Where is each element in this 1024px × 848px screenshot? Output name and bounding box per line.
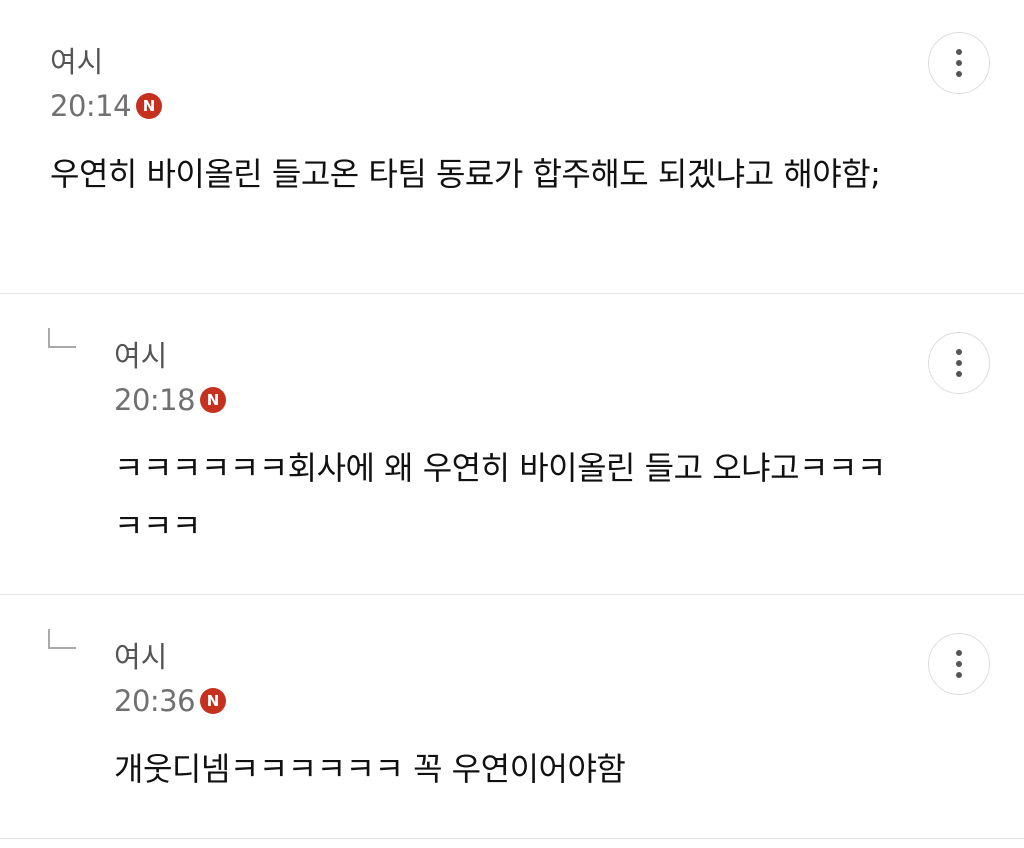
comment-body: 여시 20:18 N ㅋㅋㅋㅋㅋㅋ회사에 왜 우연히 바이올린 들고 오냐고ㅋㅋ… xyxy=(114,336,904,555)
comment-text: 우연히 바이올린 들고온 타팀 동료가 합주해도 되겠냐고 해야함; xyxy=(50,155,881,193)
comment-text: 개웃디넴ㅋㅋㅋㅋㅋㅋ 꼭 우연이어야함 xyxy=(114,750,626,788)
reply-arrow-icon xyxy=(48,328,76,348)
comment-text: ㅋㅋㅋㅋㅋㅋ회사에 왜 우연히 바이올린 들고 오냐고ㅋㅋㅋㅋㅋㅋ xyxy=(114,449,886,545)
comment-meta: 20:36 N xyxy=(114,684,904,718)
more-options-button[interactable] xyxy=(928,332,990,394)
new-badge-icon: N xyxy=(136,93,163,119)
new-badge-icon: N xyxy=(200,387,227,413)
more-vertical-icon xyxy=(956,49,962,77)
reply-item: 여시 20:36 N 개웃디넴ㅋㅋㅋㅋㅋㅋ 꼭 우연이어야함 xyxy=(0,595,1024,839)
comment-author[interactable]: 여시 xyxy=(50,42,904,82)
more-vertical-icon xyxy=(956,650,962,678)
more-options-button[interactable] xyxy=(928,32,990,94)
reply-arrow-icon xyxy=(48,629,76,649)
comment-author[interactable]: 여시 xyxy=(114,336,904,376)
comment-time: 20:14 xyxy=(50,89,132,123)
more-vertical-icon xyxy=(956,349,962,377)
comment-time: 20:18 xyxy=(114,383,196,417)
reply-item: 여시 20:18 N ㅋㅋㅋㅋㅋㅋ회사에 왜 우연히 바이올린 들고 오냐고ㅋㅋ… xyxy=(0,294,1024,595)
comment-meta: 20:18 N xyxy=(114,383,904,417)
comment-body: 여시 20:14 N 우연히 바이올린 들고온 타팀 동료가 합주해도 되겠냐고… xyxy=(50,42,904,203)
comment-body: 여시 20:36 N 개웃디넴ㅋㅋㅋㅋㅋㅋ 꼭 우연이어야함 xyxy=(114,637,904,798)
comment-item: 여시 20:14 N 우연히 바이올린 들고온 타팀 동료가 합주해도 되겠냐고… xyxy=(0,0,1024,294)
new-badge-icon: N xyxy=(200,688,227,714)
comment-time: 20:36 xyxy=(114,684,196,718)
more-options-button[interactable] xyxy=(928,633,990,695)
comment-list: 여시 20:14 N 우연히 바이올린 들고온 타팀 동료가 합주해도 되겠냐고… xyxy=(0,0,1024,839)
comment-meta: 20:14 N xyxy=(50,89,904,123)
comment-author[interactable]: 여시 xyxy=(114,637,904,677)
